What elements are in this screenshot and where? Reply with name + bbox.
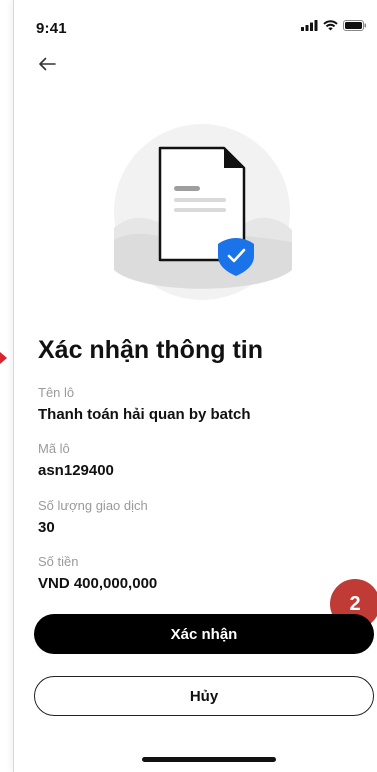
page-title: Xác nhận thông tin (38, 336, 263, 364)
left-edge-marker (0, 352, 7, 364)
field-label: Tên lô (38, 385, 75, 400)
field-label: Mã lô (38, 441, 70, 456)
signal-icon (301, 20, 318, 31)
field-batch-name: Tên lô Thanh toán hải quan by batch (38, 384, 251, 425)
field-value: VND 400,000,000 (38, 575, 158, 592)
field-value: asn129400 (38, 462, 114, 479)
field-batch-code: Mã lô asn129400 (38, 440, 114, 481)
phone-screen: 9:41 Xác nhận thông tin Tên lô Thanh toá… (13, 0, 377, 772)
field-label: Số tiền (38, 554, 79, 569)
arrow-left-icon (39, 57, 56, 71)
document-verified-icon (114, 124, 292, 300)
confirm-button[interactable]: Xác nhận (34, 614, 374, 654)
home-indicator (142, 757, 276, 762)
field-transaction-count: Số lượng giao dịch 30 (38, 497, 148, 538)
battery-icon (343, 20, 366, 31)
field-value: Thanh toán hải quan by batch (38, 406, 251, 423)
field-amount: Số tiền VND 400,000,000 (38, 553, 157, 594)
cancel-button[interactable]: Hủy (34, 676, 374, 716)
status-time: 9:41 (36, 20, 67, 37)
status-bar: 9:41 (14, 0, 377, 44)
back-button[interactable] (32, 52, 62, 76)
status-icons (301, 20, 367, 31)
field-label: Số lượng giao dịch (38, 498, 148, 513)
wifi-icon (323, 20, 338, 31)
field-value: 30 (38, 519, 55, 536)
